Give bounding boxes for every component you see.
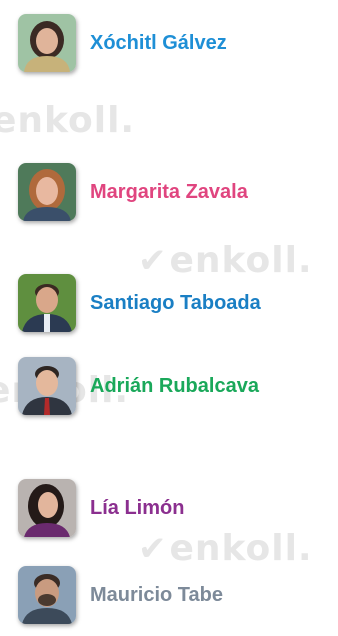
photo-face xyxy=(36,28,58,54)
candidate-photo xyxy=(18,479,76,537)
candidate-row: Lía Limón xyxy=(18,479,184,537)
photo-face xyxy=(36,370,58,396)
watermark-text: enkoll. xyxy=(169,528,313,569)
photo-collar xyxy=(44,314,50,332)
candidate-row: Santiago Taboada xyxy=(18,274,261,332)
candidate-name: Mauricio Tabe xyxy=(90,583,223,606)
photo-face xyxy=(36,177,58,205)
candidate-row: Xóchitl Gálvez xyxy=(18,14,227,72)
candidate-row: Margarita Zavala xyxy=(18,163,248,221)
candidate-photo xyxy=(18,566,76,624)
photo-beard xyxy=(38,594,56,606)
candidate-name: Margarita Zavala xyxy=(90,180,248,203)
candidate-photo xyxy=(18,14,76,72)
photo-face xyxy=(36,287,58,313)
candidate-photo xyxy=(18,163,76,221)
photo-tie xyxy=(44,398,50,415)
photo-face xyxy=(38,492,58,518)
watermark-text: enkoll. xyxy=(0,100,136,141)
candidate-name: Adrián Rubalcava xyxy=(90,374,259,397)
candidate-photo xyxy=(18,274,76,332)
candidate-row: Mauricio Tabe xyxy=(18,566,223,624)
candidate-name: Santiago Taboada xyxy=(90,291,261,314)
watermark: enkoll. xyxy=(0,100,135,141)
candidate-name: Xóchitl Gálvez xyxy=(90,31,227,54)
candidate-name: Lía Limón xyxy=(90,496,185,519)
candidate-row: Adrián Rubalcava xyxy=(18,357,259,415)
candidate-photo xyxy=(18,357,76,415)
